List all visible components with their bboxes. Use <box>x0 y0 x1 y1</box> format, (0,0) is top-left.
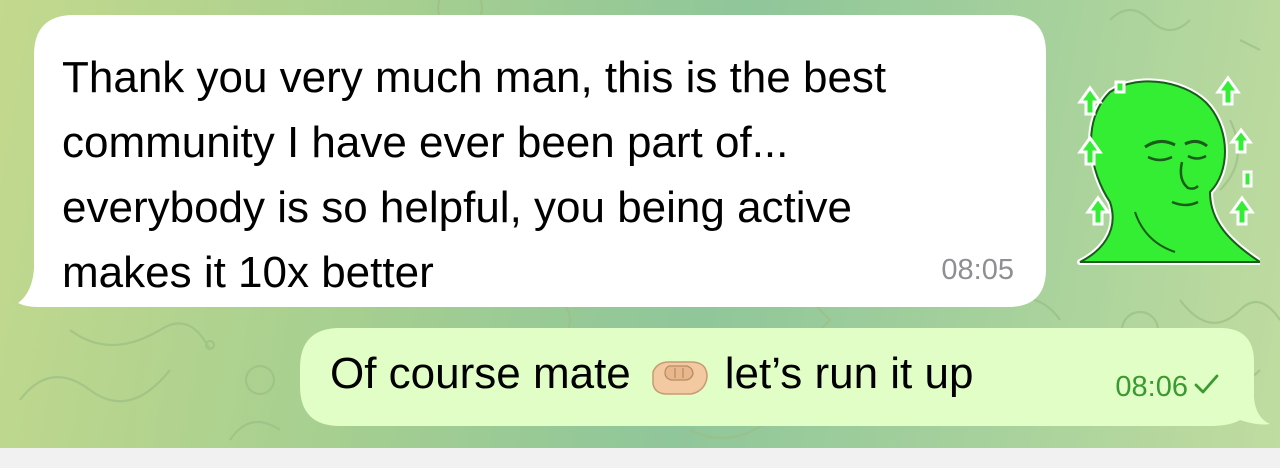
outgoing-message-meta: 08:06 <box>1115 371 1220 404</box>
incoming-message-bubble[interactable]: Thank you very much man, this is the bes… <box>18 15 1046 307</box>
outgoing-text-before: Of course mate <box>330 349 631 398</box>
read-check-icon <box>1192 373 1220 402</box>
green-head-arrows-sticker-icon[interactable] <box>1060 62 1264 272</box>
fist-bump-icon <box>647 358 711 398</box>
incoming-message-text: Thank you very much man, this is the bes… <box>62 53 887 297</box>
outgoing-message-text: Of course mate let’s run it up <box>330 348 973 400</box>
message-input-bar-edge <box>0 448 1280 468</box>
chat-background: Thank you very much man, this is the bes… <box>0 0 1280 468</box>
outgoing-message-bubble[interactable]: Of course mate let’s run it up 08:06 <box>300 328 1270 426</box>
outgoing-text-after: let’s run it up <box>724 349 974 398</box>
outgoing-message-time: 08:06 <box>1115 371 1188 403</box>
incoming-message-time: 08:05 <box>941 254 1014 286</box>
